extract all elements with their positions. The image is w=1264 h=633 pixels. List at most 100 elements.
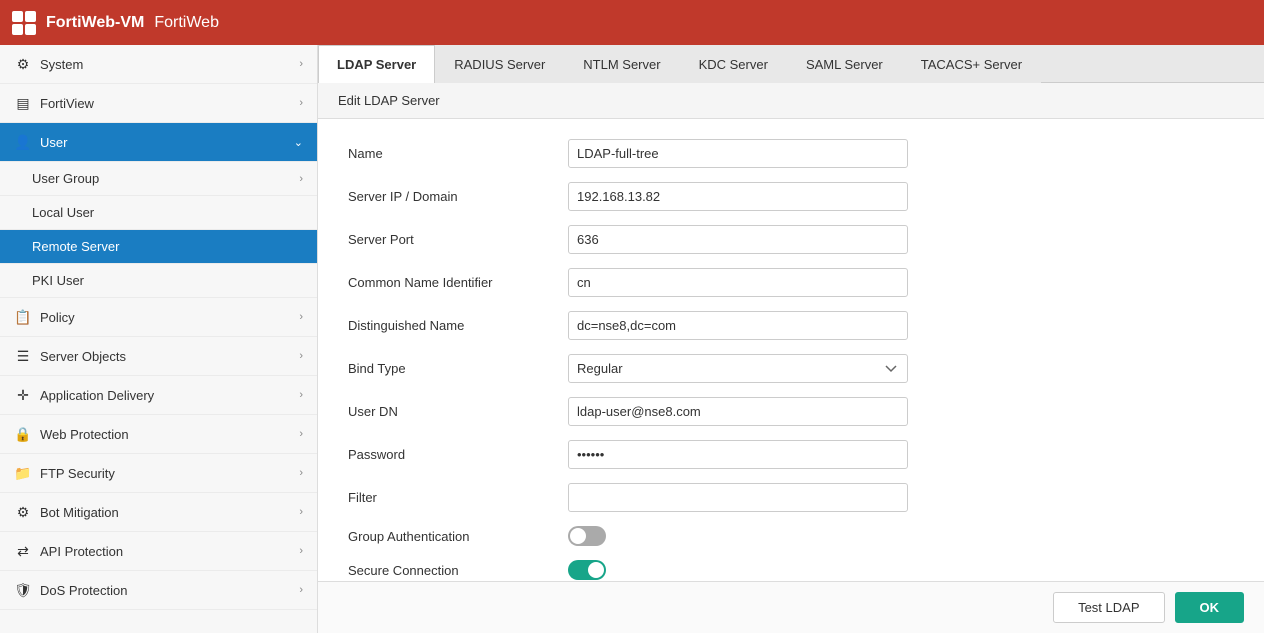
sidebar-item-pki-user[interactable]: PKI User — [0, 264, 317, 298]
cn-row: Common Name Identifier — [348, 268, 1234, 297]
tab-saml-server[interactable]: SAML Server — [787, 45, 902, 83]
secure-conn-row: Secure Connection — [348, 560, 1234, 580]
chevron-icon: › — [299, 545, 303, 557]
form-header-text: Edit LDAP Server — [338, 93, 440, 108]
chevron-icon: › — [299, 428, 303, 440]
web-protection-icon: 🔒 — [14, 425, 32, 443]
password-input[interactable] — [568, 440, 908, 469]
chevron-down-icon: ⌄ — [294, 136, 303, 149]
sidebar-label-user: User — [40, 135, 67, 150]
system-icon: ⚙ — [14, 55, 32, 73]
sidebar-item-remote-server[interactable]: Remote Server — [0, 230, 317, 264]
sidebar-item-bot-mitigation[interactable]: ⚙ Bot Mitigation › — [0, 493, 317, 532]
bind-type-row: Bind Type Regular Anonymous — [348, 354, 1234, 383]
filter-label: Filter — [348, 490, 568, 505]
server-ip-row: Server IP / Domain — [348, 182, 1234, 211]
user-dn-row: User DN — [348, 397, 1234, 426]
name-input[interactable] — [568, 139, 908, 168]
tab-kdc-server[interactable]: KDC Server — [680, 45, 787, 83]
form-body: Name Server IP / Domain Server Port Comm… — [318, 119, 1264, 581]
dos-protection-icon: 🛡 — [14, 581, 32, 599]
sidebar-item-user-group[interactable]: User Group › — [0, 162, 317, 196]
tab-ldap-server[interactable]: LDAP Server — [318, 45, 435, 83]
test-ldap-button[interactable]: Test LDAP — [1053, 592, 1164, 623]
sidebar-label-user-group: User Group — [32, 171, 99, 186]
user-icon: 👤 — [14, 133, 32, 151]
password-label: Password — [348, 447, 568, 462]
product-title: FortiWeb-VM — [46, 14, 144, 32]
tab-radius-server[interactable]: RADIUS Server — [435, 45, 564, 83]
app-delivery-icon: ✛ — [14, 386, 32, 404]
sidebar-label-remote-server: Remote Server — [32, 239, 119, 254]
sidebar-item-system[interactable]: ⚙ System › — [0, 45, 317, 84]
secure-conn-toggle[interactable] — [568, 560, 606, 580]
sidebar: ⚙ System › ▤ FortiView › 👤 User ⌄ User G… — [0, 45, 318, 633]
sidebar-item-web-protection[interactable]: 🔒 Web Protection › — [0, 415, 317, 454]
filter-row: Filter — [348, 483, 1234, 512]
chevron-icon: › — [299, 58, 303, 70]
sidebar-label-ftp-security: FTP Security — [40, 466, 115, 481]
user-dn-input[interactable] — [568, 397, 908, 426]
dn-label: Distinguished Name — [348, 318, 568, 333]
tab-ntlm-server[interactable]: NTLM Server — [564, 45, 679, 83]
group-auth-label: Group Authentication — [348, 529, 568, 544]
cn-input[interactable] — [568, 268, 908, 297]
sidebar-label-policy: Policy — [40, 310, 75, 325]
bind-type-label: Bind Type — [348, 361, 568, 376]
name-row: Name — [348, 139, 1234, 168]
group-auth-toggle-wrap — [568, 526, 606, 546]
sidebar-item-policy[interactable]: 📋 Policy › — [0, 298, 317, 337]
bot-mitigation-icon: ⚙ — [14, 503, 32, 521]
chevron-icon: › — [299, 311, 303, 323]
sidebar-item-ftp-security[interactable]: 📁 FTP Security › — [0, 454, 317, 493]
chevron-icon: › — [299, 584, 303, 596]
sidebar-item-fortiview[interactable]: ▤ FortiView › — [0, 84, 317, 123]
dn-input[interactable] — [568, 311, 908, 340]
ok-button[interactable]: OK — [1175, 592, 1245, 623]
server-port-row: Server Port — [348, 225, 1234, 254]
content-area: LDAP Server RADIUS Server NTLM Server KD… — [318, 45, 1264, 633]
user-dn-label: User DN — [348, 404, 568, 419]
sidebar-label-pki-user: PKI User — [32, 273, 84, 288]
sidebar-label-local-user: Local User — [32, 205, 94, 220]
secure-conn-toggle-wrap — [568, 560, 606, 580]
server-port-input[interactable] — [568, 225, 908, 254]
dn-row: Distinguished Name — [348, 311, 1234, 340]
tab-tacacs-server[interactable]: TACACS+ Server — [902, 45, 1041, 83]
filter-input[interactable] — [568, 483, 908, 512]
module-title: FortiWeb — [154, 14, 219, 32]
form-footer: Test LDAP OK — [318, 581, 1264, 633]
fortiview-icon: ▤ — [14, 94, 32, 112]
cn-label: Common Name Identifier — [348, 275, 568, 290]
sidebar-item-local-user[interactable]: Local User — [0, 196, 317, 230]
sidebar-item-server-objects[interactable]: ☰ Server Objects › — [0, 337, 317, 376]
secure-conn-label: Secure Connection — [348, 563, 568, 578]
server-port-label: Server Port — [348, 232, 568, 247]
chevron-icon: › — [299, 389, 303, 401]
group-auth-row: Group Authentication — [348, 526, 1234, 546]
sidebar-label-system: System — [40, 57, 83, 72]
server-ip-input[interactable] — [568, 182, 908, 211]
form-area: Edit LDAP Server Name Server IP / Domain… — [318, 83, 1264, 581]
group-auth-toggle[interactable] — [568, 526, 606, 546]
sidebar-item-user[interactable]: 👤 User ⌄ — [0, 123, 317, 162]
policy-icon: 📋 — [14, 308, 32, 326]
sidebar-item-application-delivery[interactable]: ✛ Application Delivery › — [0, 376, 317, 415]
sidebar-label-fortiview: FortiView — [40, 96, 94, 111]
chevron-icon: › — [299, 467, 303, 479]
topbar: FortiWeb-VM FortiWeb — [0, 0, 1264, 45]
form-header: Edit LDAP Server — [318, 83, 1264, 119]
chevron-icon: › — [299, 506, 303, 518]
ftp-security-icon: 📁 — [14, 464, 32, 482]
sidebar-item-dos-protection[interactable]: 🛡 DoS Protection › — [0, 571, 317, 610]
bind-type-select[interactable]: Regular Anonymous — [568, 354, 908, 383]
logo-icon — [12, 11, 36, 35]
sidebar-label-dos-protection: DoS Protection — [40, 583, 127, 598]
sidebar-item-api-protection[interactable]: ⇄ API Protection › — [0, 532, 317, 571]
server-objects-icon: ☰ — [14, 347, 32, 365]
sidebar-label-api-protection: API Protection — [40, 544, 123, 559]
tab-bar: LDAP Server RADIUS Server NTLM Server KD… — [318, 45, 1264, 83]
chevron-icon: › — [299, 173, 303, 185]
chevron-icon: › — [299, 350, 303, 362]
sidebar-label-bot-mitigation: Bot Mitigation — [40, 505, 119, 520]
